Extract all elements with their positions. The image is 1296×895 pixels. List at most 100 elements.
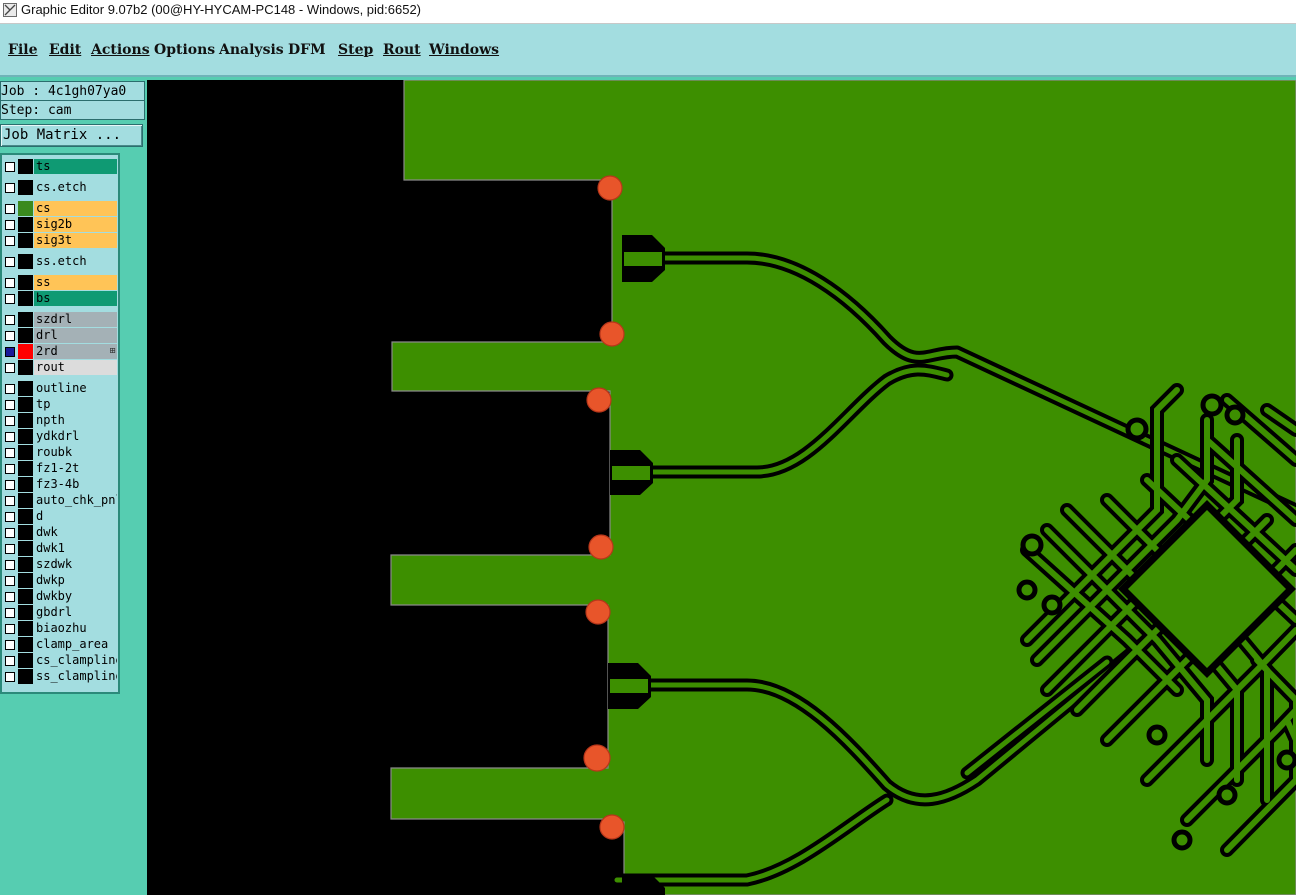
layer-checkbox[interactable]	[5, 592, 15, 602]
layer-name[interactable]: ydkdrl	[34, 429, 117, 444]
layer-row-ss[interactable]: ss	[2, 275, 118, 290]
layer-color-swatch[interactable]	[18, 180, 33, 195]
layer-row-cs-clampline[interactable]: cs_clampline	[2, 653, 118, 668]
job-matrix-button[interactable]: Job Matrix ...	[0, 124, 143, 147]
menu-analysis[interactable]: Analysis	[219, 42, 284, 58]
layer-checkbox[interactable]	[5, 480, 15, 490]
layer-checkbox[interactable]	[5, 162, 15, 172]
layer-name[interactable]: cs_clampline	[34, 653, 117, 668]
menu-options[interactable]: Options	[154, 42, 215, 58]
layer-name[interactable]: dwkp	[34, 573, 117, 588]
layer-color-swatch[interactable]	[18, 413, 33, 428]
layer-row-dwkp[interactable]: dwkp	[2, 573, 118, 588]
layer-row-npth[interactable]: npth	[2, 413, 118, 428]
layer-row-drl[interactable]: drl	[2, 328, 118, 343]
layer-name[interactable]: fz1-2t	[34, 461, 117, 476]
layer-name[interactable]: npth	[34, 413, 117, 428]
layer-name[interactable]: 2rd	[34, 344, 117, 359]
layer-checkbox[interactable]	[5, 448, 15, 458]
layer-name[interactable]: tp	[34, 397, 117, 412]
layer-name[interactable]: auto_chk_pnl	[34, 493, 117, 508]
layer-name[interactable]: ss_clampline	[34, 669, 117, 684]
layer-row-auto-chk-pnl[interactable]: auto_chk_pnl	[2, 493, 118, 508]
layer-row-bs[interactable]: bs	[2, 291, 118, 306]
layer-color-swatch[interactable]	[18, 509, 33, 524]
layer-color-swatch[interactable]	[18, 557, 33, 572]
layer-row-dwk1[interactable]: dwk1	[2, 541, 118, 556]
layer-checkbox[interactable]	[5, 640, 15, 650]
layer-name[interactable]: ss.etch	[34, 254, 117, 269]
graphic-canvas[interactable]	[147, 80, 1296, 895]
layer-color-swatch[interactable]	[18, 397, 33, 412]
layer-row-gbdrl[interactable]: gbdrl	[2, 605, 118, 620]
layer-row-ss-clampline[interactable]: ss_clampline	[2, 669, 118, 684]
layer-color-swatch[interactable]	[18, 445, 33, 460]
layer-checkbox[interactable]	[5, 315, 15, 325]
layer-color-swatch[interactable]	[18, 328, 33, 343]
layer-color-swatch[interactable]	[18, 254, 33, 269]
layer-checkbox[interactable]	[5, 624, 15, 634]
layer-row-2rd[interactable]: 2rd ⊞	[2, 344, 118, 359]
layer-row-cs[interactable]: cs	[2, 201, 118, 216]
menu-dfm[interactable]: DFM	[288, 42, 326, 58]
layer-expand-icon[interactable]: ⊞	[109, 347, 116, 355]
layer-color-swatch[interactable]	[18, 381, 33, 396]
layer-color-swatch[interactable]	[18, 541, 33, 556]
layer-color-swatch[interactable]	[18, 201, 33, 216]
menu-actions[interactable]: Actions	[91, 42, 150, 58]
layer-row-szdrl[interactable]: szdrl	[2, 312, 118, 327]
menu-edit[interactable]: Edit	[49, 42, 81, 58]
layer-checkbox[interactable]	[5, 257, 15, 267]
menu-step[interactable]: Step	[338, 42, 373, 58]
layer-checkbox[interactable]	[5, 416, 15, 426]
layer-name[interactable]: clamp_area	[34, 637, 117, 652]
layer-row-cs-etch[interactable]: cs.etch	[2, 180, 118, 195]
layer-color-swatch[interactable]	[18, 217, 33, 232]
layer-row-szdwk[interactable]: szdwk	[2, 557, 118, 572]
layer-checkbox[interactable]	[5, 204, 15, 214]
layer-color-swatch[interactable]	[18, 360, 33, 375]
layer-checkbox[interactable]	[5, 560, 15, 570]
layer-row-dwk[interactable]: dwk	[2, 525, 118, 540]
layer-color-swatch[interactable]	[18, 233, 33, 248]
menu-file[interactable]: File	[8, 42, 37, 58]
layer-name[interactable]: biaozhu	[34, 621, 117, 636]
layer-checkbox[interactable]	[5, 236, 15, 246]
layer-row-sig3t[interactable]: sig3t	[2, 233, 118, 248]
layer-color-swatch[interactable]	[18, 669, 33, 684]
layer-name[interactable]: cs	[34, 201, 117, 216]
layer-name[interactable]: sig2b	[34, 217, 117, 232]
layer-name[interactable]: dwkby	[34, 589, 117, 604]
layer-name[interactable]: ss	[34, 275, 117, 290]
layer-row-fz1-2t[interactable]: fz1-2t	[2, 461, 118, 476]
layer-checkbox[interactable]	[5, 400, 15, 410]
layer-checkbox[interactable]	[5, 608, 15, 618]
layer-color-swatch[interactable]	[18, 573, 33, 588]
layer-color-swatch[interactable]	[18, 493, 33, 508]
layer-checkbox[interactable]	[5, 512, 15, 522]
layer-row-ts[interactable]: ts	[2, 159, 118, 174]
layer-checkbox[interactable]	[5, 363, 15, 373]
layer-row-fz3-4b[interactable]: fz3-4b	[2, 477, 118, 492]
layer-checkbox[interactable]	[5, 672, 15, 682]
layer-color-swatch[interactable]	[18, 477, 33, 492]
layer-checkbox[interactable]	[5, 656, 15, 666]
layer-checkbox[interactable]	[5, 183, 15, 193]
layer-checkbox[interactable]	[5, 347, 15, 357]
layer-checkbox[interactable]	[5, 464, 15, 474]
layer-name[interactable]: roubk	[34, 445, 117, 460]
layer-checkbox[interactable]	[5, 294, 15, 304]
layer-name[interactable]: dwk	[34, 525, 117, 540]
layer-color-swatch[interactable]	[18, 637, 33, 652]
layer-checkbox[interactable]	[5, 544, 15, 554]
layer-row-d[interactable]: d	[2, 509, 118, 524]
menu-rout[interactable]: Rout	[383, 42, 421, 58]
layer-name[interactable]: drl	[34, 328, 117, 343]
layer-name[interactable]: cs.etch	[34, 180, 117, 195]
layer-checkbox[interactable]	[5, 278, 15, 288]
layer-name[interactable]: bs	[34, 291, 117, 306]
layer-row-outline[interactable]: outline	[2, 381, 118, 396]
layer-color-swatch[interactable]	[18, 525, 33, 540]
layer-name[interactable]: gbdrl	[34, 605, 117, 620]
layer-checkbox[interactable]	[5, 528, 15, 538]
